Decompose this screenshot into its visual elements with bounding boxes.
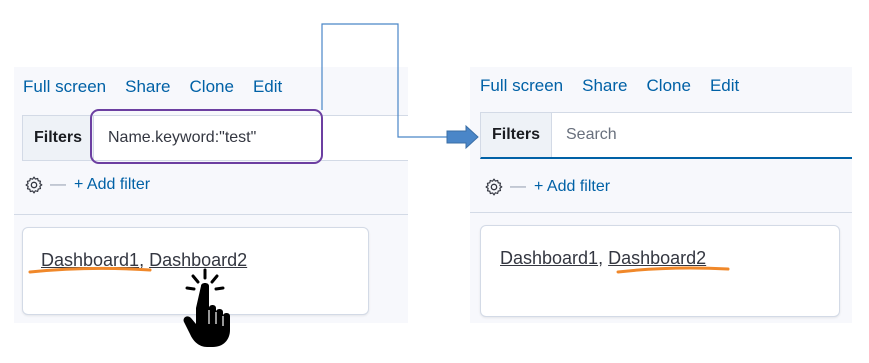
right-dashboard-panel: Full screen Share Clone Edit Filters — +… xyxy=(470,67,852,323)
top-nav: Full screen Share Clone Edit xyxy=(14,77,301,97)
dashboard1-link[interactable]: Dashboard1 xyxy=(41,250,139,270)
dashboard-links-card: Dashboard1, Dashboard2 xyxy=(480,225,840,317)
link-separator: , xyxy=(139,250,150,270)
filter-bar: Filters xyxy=(22,115,408,161)
add-filter-button[interactable]: + Add filter xyxy=(74,176,150,194)
filters-label[interactable]: Filters xyxy=(23,116,94,160)
clone-link[interactable]: Clone xyxy=(647,76,691,96)
filters-label[interactable]: Filters xyxy=(481,113,552,157)
full-screen-link[interactable]: Full screen xyxy=(23,77,106,97)
dashboard-links: Dashboard1, Dashboard2 xyxy=(500,248,706,269)
edit-link[interactable]: Edit xyxy=(710,76,739,96)
gear-icon[interactable] xyxy=(24,175,44,195)
search-input[interactable] xyxy=(552,113,852,157)
dashboard2-link[interactable]: Dashboard2 xyxy=(149,250,247,270)
query-input[interactable] xyxy=(94,116,408,160)
add-filter-row: — + Add filter xyxy=(24,175,150,195)
hand-pointer-icon xyxy=(183,268,230,347)
separator-dash: — xyxy=(510,178,526,195)
divider xyxy=(14,214,408,215)
add-filter-row: — + Add filter xyxy=(484,177,610,197)
link-separator: , xyxy=(598,248,609,268)
share-link[interactable]: Share xyxy=(582,76,627,96)
top-nav: Full screen Share Clone Edit xyxy=(470,76,758,96)
full-screen-link[interactable]: Full screen xyxy=(480,76,563,96)
gear-icon[interactable] xyxy=(484,177,504,197)
dashboard1-link[interactable]: Dashboard1 xyxy=(500,248,598,268)
divider xyxy=(470,212,852,213)
edit-link[interactable]: Edit xyxy=(253,77,282,97)
separator-dash: — xyxy=(50,176,66,193)
add-filter-button[interactable]: + Add filter xyxy=(534,178,610,196)
share-link[interactable]: Share xyxy=(125,77,170,97)
dashboard2-link[interactable]: Dashboard2 xyxy=(608,248,706,268)
clone-link[interactable]: Clone xyxy=(190,77,234,97)
filter-bar: Filters xyxy=(480,112,852,159)
